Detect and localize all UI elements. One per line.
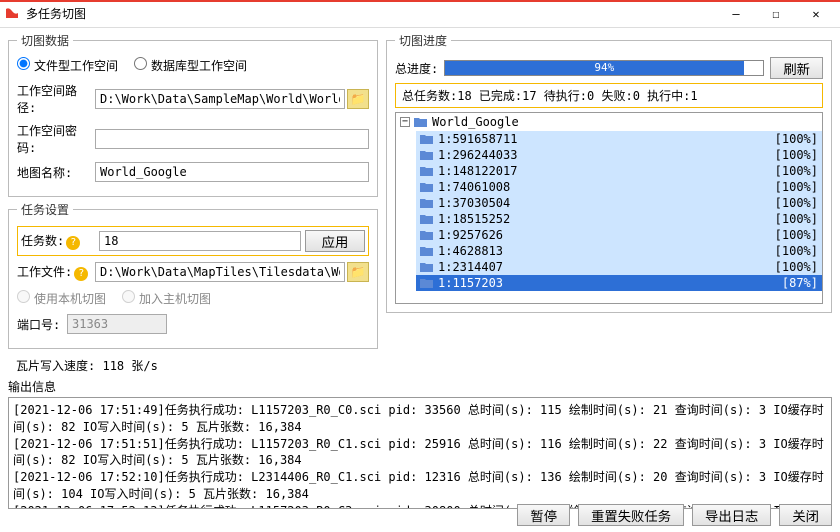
maximize-button[interactable]: ☐	[756, 0, 796, 28]
folder-icon	[420, 245, 434, 257]
folder-icon	[420, 213, 434, 225]
port-input[interactable]	[67, 314, 167, 334]
tree-item[interactable]: 1:2314407 [100%]	[416, 259, 822, 275]
task-status-line: 总任务数:18 已完成:17 待执行:0 失败:0 执行中:1	[395, 83, 823, 108]
help-icon[interactable]: ?	[66, 236, 80, 250]
task-settings-legend: 任务设置	[17, 201, 73, 218]
radio-db-workspace[interactable]: 数据库型工作空间	[134, 57, 247, 74]
map-name-label: 地图名称:	[17, 164, 95, 181]
pause-button[interactable]: 暂停	[517, 504, 570, 526]
folder-icon	[420, 197, 434, 209]
workspace-path-label: 工作空间路径:	[17, 82, 95, 116]
tree-item[interactable]: 1:296244033 [100%]	[416, 147, 822, 163]
log-line: [2021-12-06 17:51:49]任务执行成功: L1157203_R0…	[13, 402, 827, 436]
refresh-button[interactable]: 刷新	[770, 57, 823, 79]
folder-icon	[420, 229, 434, 241]
folder-icon	[420, 149, 434, 161]
close-button[interactable]: ✕	[796, 0, 836, 28]
cut-data-group: 切图数据 文件型工作空间 数据库型工作空间 工作空间路径: 📁 工作空间密码: …	[8, 32, 378, 197]
progress-percent: 94%	[594, 61, 614, 75]
log-line: [2021-12-06 17:52:10]任务执行成功: L2314406_R0…	[13, 469, 827, 503]
tree-item-label: 1:296244033	[438, 148, 764, 162]
folder-icon	[420, 277, 434, 289]
radio-local-cut[interactable]: 使用本机切图	[17, 290, 106, 307]
tile-speed-label: 瓦片写入速度:	[16, 359, 95, 373]
folder-icon: 📁	[351, 265, 366, 279]
map-name-input[interactable]	[95, 162, 369, 182]
tree-item-label: 1:591658711	[438, 132, 764, 146]
workspace-password-label: 工作空间密码:	[17, 122, 95, 156]
folder-icon	[420, 181, 434, 193]
tree-root[interactable]: − World_Google	[396, 113, 822, 131]
tree-item-percent: [100%]	[768, 148, 818, 162]
tree-item-percent: [100%]	[768, 244, 818, 258]
port-label: 端口号:	[17, 316, 67, 333]
total-progress-bar: 94%	[444, 60, 764, 76]
window-top-accent	[0, 0, 840, 2]
tree-item-percent: [100%]	[768, 196, 818, 210]
export-log-button[interactable]: 导出日志	[692, 504, 771, 526]
tile-speed-value: 118 张/s	[102, 359, 157, 373]
progress-legend: 切图进度	[395, 32, 451, 49]
task-count-label: 任务数:?	[21, 232, 99, 250]
tree-item-percent: [100%]	[768, 228, 818, 242]
tree-item-percent: [100%]	[768, 180, 818, 194]
tree-item[interactable]: 1:1157203 [87%]	[416, 275, 822, 291]
workfile-label: 工作文件:?	[17, 263, 95, 281]
titlebar: 多任务切图 — ☐ ✕	[0, 0, 840, 28]
cut-data-legend: 切图数据	[17, 32, 73, 49]
collapse-icon[interactable]: −	[400, 117, 410, 127]
radio-join-host[interactable]: 加入主机切图	[122, 290, 211, 307]
folder-icon: 📁	[351, 92, 366, 106]
progress-tree[interactable]: − World_Google 1:591658711[100%]1:296244…	[395, 112, 823, 304]
total-progress-label: 总进度:	[395, 60, 438, 77]
tree-item-label: 1:4628813	[438, 244, 764, 258]
tree-item-percent: [100%]	[768, 132, 818, 146]
tree-item-percent: [87%]	[768, 276, 818, 290]
log-line: [2021-12-06 17:51:51]任务执行成功: L1157203_R0…	[13, 436, 827, 470]
tree-item-percent: [100%]	[768, 212, 818, 226]
tree-item-label: 1:2314407	[438, 260, 764, 274]
browse-workfile-button[interactable]: 📁	[347, 262, 369, 282]
help-icon[interactable]: ?	[74, 267, 88, 281]
tree-item-label: 1:1157203	[438, 276, 764, 290]
tree-item-percent: [100%]	[768, 260, 818, 274]
output-label: 输出信息	[8, 378, 832, 395]
tree-item-label: 1:148122017	[438, 164, 764, 178]
retry-failed-button[interactable]: 重置失败任务	[578, 504, 684, 526]
task-count-input[interactable]	[99, 231, 301, 251]
tree-item-label: 1:37030504	[438, 196, 764, 210]
window-title: 多任务切图	[26, 5, 716, 22]
folder-icon	[420, 165, 434, 177]
tree-item[interactable]: 1:18515252 [100%]	[416, 211, 822, 227]
output-log[interactable]: [2021-12-06 17:51:49]任务执行成功: L1157203_R0…	[8, 397, 832, 509]
folder-icon	[420, 133, 434, 145]
close-dialog-button[interactable]: 关闭	[779, 504, 832, 526]
tree-item-label: 1:9257626	[438, 228, 764, 242]
folder-icon	[414, 116, 428, 128]
minimize-button[interactable]: —	[716, 0, 756, 28]
folder-icon	[420, 261, 434, 273]
tree-item-percent: [100%]	[768, 164, 818, 178]
tree-item[interactable]: 1:148122017 [100%]	[416, 163, 822, 179]
tree-item[interactable]: 1:37030504 [100%]	[416, 195, 822, 211]
tree-item-label: 1:74061008	[438, 180, 764, 194]
task-settings-group: 任务设置 任务数:? 应用 工作文件:? 📁 使用本机切图 加入主机切图 端口号…	[8, 201, 378, 349]
tree-item[interactable]: 1:74061008 [100%]	[416, 179, 822, 195]
tree-item[interactable]: 1:591658711 [100%]	[416, 131, 822, 147]
tree-item[interactable]: 1:9257626 [100%]	[416, 227, 822, 243]
tree-item[interactable]: 1:4628813 [100%]	[416, 243, 822, 259]
radio-file-workspace[interactable]: 文件型工作空间	[17, 57, 118, 74]
progress-group: 切图进度 总进度: 94% 刷新 总任务数:18 已完成:17 待执行:0 失败…	[386, 32, 832, 313]
workspace-password-input[interactable]	[95, 129, 369, 149]
tree-item-label: 1:18515252	[438, 212, 764, 226]
workfile-input[interactable]	[95, 262, 345, 282]
workspace-path-input[interactable]	[95, 89, 345, 109]
browse-workspace-button[interactable]: 📁	[347, 89, 369, 109]
app-logo-icon	[4, 6, 20, 22]
apply-button[interactable]: 应用	[305, 230, 365, 252]
